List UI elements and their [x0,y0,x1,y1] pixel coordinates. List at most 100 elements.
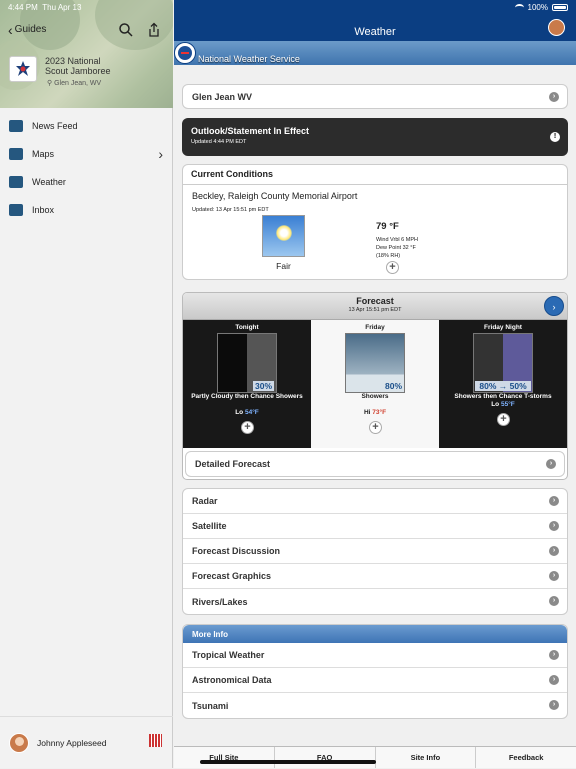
expand-day-button[interactable]: + [497,413,510,426]
day-description: Partly Cloudy then Chance Showers [191,393,303,400]
forecast-day-tonight[interactable]: Tonight 30% Partly Cloudy then Chance Sh… [183,320,311,448]
battery-icon [552,4,568,11]
chevron-right-icon: › [549,521,559,531]
chat-icon [9,204,23,216]
org-location: ⚲ Glen Jean, WV [47,80,102,87]
link-forecast-discussion[interactable]: Forecast Discussion › [183,539,567,564]
chevron-right-icon: › [549,92,559,102]
user-name: Johnny Appleseed [37,737,107,748]
expand-day-button[interactable]: + [241,421,254,434]
day-name: Friday [365,324,385,331]
showers-tstorms-icon: 80% → 50% [473,333,533,393]
links-list: Radar › Satellite › Forecast Discussion › F… [182,488,568,615]
status-time: 4:44 PM Thu Apr 13 [8,3,82,12]
day-name: Friday Night [484,324,522,331]
sidebar-item-label: Inbox [32,205,55,215]
expand-conditions-button[interactable]: + [386,261,399,274]
main-panel: 100% Weather National Weather Service Gl… [174,0,576,768]
forecast-heading: Forecast [356,296,394,306]
user-avatar-button[interactable] [548,19,565,36]
search-icon[interactable] [118,22,134,38]
link-forecast-graphics[interactable]: Forecast Graphics › [183,564,567,589]
footer-site-info[interactable]: Site Info [374,747,476,768]
link-satellite[interactable]: Satellite › [183,514,567,539]
sidebar-item-label: Maps [32,149,55,159]
link-astronomical-data[interactable]: Astronomical Data › [183,668,567,693]
observations: Wind Vrbl 6 MPH Dew Point 32 °F (18% RH) [376,236,418,260]
link-tsunami[interactable]: Tsunami › [183,693,567,718]
chevron-right-icon: › [549,596,559,606]
footer-full-site[interactable]: Full Site [174,747,274,768]
news-icon [9,120,23,132]
home-indicator[interactable] [200,760,376,764]
forecast-next-button[interactable]: › [544,296,564,316]
location-button[interactable]: Glen Jean WV › [182,84,568,109]
link-rivers-lakes[interactable]: Rivers/Lakes › [183,589,567,614]
jamboree-logo [9,56,37,82]
link-radar[interactable]: Radar › [183,489,567,514]
location-label: Glen Jean WV [192,91,253,102]
station-name: Beckley, Raleigh County Memorial Airport [192,191,358,201]
sidebar-item-news-feed[interactable]: News Feed [0,112,173,140]
header-photo [0,0,173,108]
user-profile[interactable]: Johnny Appleseed [0,716,173,768]
chevron-right-icon: › [549,650,559,660]
more-info-heading: More Info [183,625,567,643]
current-temp: 79 °F [376,221,399,232]
partly-cloudy-showers-icon: 30% [217,333,277,393]
wind-value: Wind Vrbl 6 MPH [376,237,418,243]
org-header: 2023 National Scout Jamboree ⚲ Glen Jean… [9,56,111,87]
current-conditions-card: Current Conditions Beckley, Raleigh Coun… [182,164,568,280]
chevron-right-icon: › [549,571,559,581]
chevron-right-icon: › [549,546,559,556]
back-button[interactable]: ‹ Guides [8,23,46,37]
org-name-line2: Scout Jamboree [45,66,111,76]
footer-feedback[interactable]: Feedback [475,747,576,768]
day-description: Showers [361,393,389,400]
humidity-value: (18% RH) [376,253,401,259]
nws-banner: National Weather Service [174,41,576,65]
day-name: Tonight [235,324,259,331]
sidebar: 4:44 PM Thu Apr 13 ‹ Guides 2023 National… [0,0,173,768]
pin-icon: ⚲ [47,80,53,87]
avatar [9,732,29,753]
day-temp: Lo 54°F [235,409,259,416]
warning-icon: ! [550,132,560,142]
wifi-icon [514,4,524,11]
detailed-forecast-label: Detailed Forecast [195,459,271,469]
detailed-forecast-button[interactable]: Detailed Forecast › [185,451,565,477]
dewpoint-value: Dew Point 32 °F [376,245,416,251]
nws-logo [174,42,196,64]
qr-code-icon[interactable] [149,734,162,747]
sidebar-item-maps[interactable]: Maps › [0,140,173,168]
link-tropical-weather[interactable]: Tropical Weather › [183,643,567,668]
sidebar-nav: News Feed Maps › Weather Inbox [0,112,173,224]
outlook-title: Outlook/Statement In Effect [191,126,310,136]
share-icon[interactable] [146,22,162,38]
sidebar-item-weather[interactable]: Weather [0,168,173,196]
nws-title: National Weather Service [198,54,300,64]
more-info-card: More Info Tropical Weather › Astronomical… [182,624,568,719]
sidebar-item-label: News Feed [32,121,78,131]
forecast-day-friday-night[interactable]: Friday Night 80% → 50% Showers then Chan… [439,320,567,448]
chevron-right-icon: › [549,496,559,506]
forecast-date: 13 Apr 15:51 pm EDT [348,307,402,313]
current-updated: Updated: 13 Apr 15:51 pm EDT [192,207,269,213]
map-icon [9,148,23,160]
day-temp: Lo 55°F [491,401,515,408]
forecast-day-friday[interactable]: Friday 80% Showers Hi 73°F + [311,320,439,448]
expand-day-button[interactable]: + [369,421,382,434]
day-description: Showers then Chance T-storms [454,393,552,400]
forecast-panel: Forecast 13 Apr 15:51 pm EDT › Tonight 3… [182,292,568,480]
outlook-banner[interactable]: Outlook/Statement In Effect Updated 4:44… [182,118,568,156]
footer-nav: Full Site FAQ Site Info Feedback [174,746,576,768]
day-temp: Hi 73°F [363,409,387,416]
footer-faq[interactable]: FAQ [273,747,375,768]
chevron-right-icon: › [549,675,559,685]
status-indicators: 100% [514,3,568,12]
page-title: Weather [354,26,396,38]
sunny-icon [262,215,305,257]
sidebar-item-inbox[interactable]: Inbox [0,196,173,224]
chevron-right-icon: › [549,700,559,710]
outlook-updated: Updated 4:44 PM EDT [191,139,247,145]
